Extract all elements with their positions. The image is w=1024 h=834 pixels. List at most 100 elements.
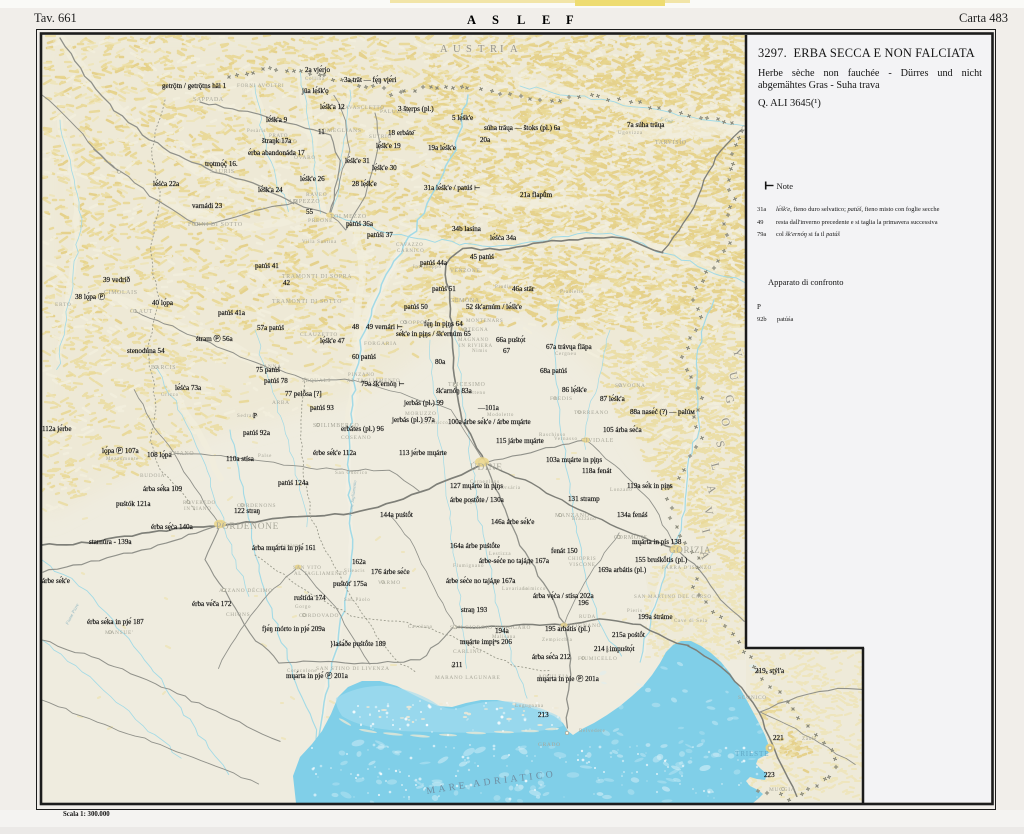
svg-text:19a lе́śk'e: 19a lе́śk'e bbox=[428, 144, 456, 152]
svg-text:SEQUALS: SEQUALS bbox=[302, 378, 331, 384]
svg-text:BARCIS: BARCIS bbox=[151, 365, 176, 371]
svg-text:CIMOLAIS: CIMOLAIS bbox=[104, 290, 138, 296]
svg-text:60 patúś: 60 patúś bbox=[352, 353, 376, 361]
svg-text:San Odorico: San Odorico bbox=[335, 471, 368, 476]
svg-text:Cavolano: Cavolano bbox=[408, 625, 433, 630]
svg-text:Collina: Collina bbox=[305, 77, 325, 82]
svg-text:PORDENONE: PORDENONE bbox=[216, 522, 279, 532]
svg-text:40 lǫ́pa: 40 lǫ́pa bbox=[152, 299, 174, 307]
svg-text:lе́śċa 34a: lе́śċa 34a bbox=[490, 234, 517, 242]
svg-text:FORNI AVOLTRI: FORNI AVOLTRI bbox=[237, 83, 284, 89]
svg-text:érba vе́ča 172: érba vе́ča 172 bbox=[192, 600, 232, 608]
svg-text:92b: 92b bbox=[757, 316, 767, 323]
svg-text:TRAMONTI DI SOPRA: TRAMONTI DI SOPRA bbox=[282, 274, 352, 280]
svg-text:lе́śk'a 12: lе́śk'a 12 bbox=[320, 103, 345, 111]
svg-text:lǫ́pa Ⓟ 107a: lǫ́pa Ⓟ 107a bbox=[102, 447, 139, 455]
svg-text:221: 221 bbox=[773, 734, 784, 742]
svg-text:Mezzomonte: Mezzomonte bbox=[106, 457, 139, 462]
svg-text:CORDOVADO: CORDOVADO bbox=[299, 613, 339, 619]
svg-text:AVIANO: AVIANO bbox=[168, 451, 194, 457]
svg-text:195 arbátis (pl.): 195 arbátis (pl.) bbox=[545, 625, 591, 633]
svg-text:Apparato di confronto: Apparato di confronto bbox=[768, 277, 844, 287]
svg-text:lẹ́śk'e 19: lẹ́śk'e 19 bbox=[376, 142, 401, 150]
svg-text:starnúra - 139a: starnúra - 139a bbox=[89, 538, 132, 546]
svg-text:Orsária: Orsária bbox=[501, 486, 521, 491]
svg-text:Brazzano: Brazzano bbox=[572, 517, 596, 522]
svg-text:jerbás (pl.) 97a: jerbás (pl.) 97a bbox=[391, 416, 436, 424]
svg-text:érba sę́ċa 140a: érba sę́ċa 140a bbox=[151, 523, 194, 531]
svg-text:Palse: Palse bbox=[258, 454, 272, 459]
svg-text:patúś 93: patúś 93 bbox=[310, 404, 334, 412]
svg-text:MAGNANO: MAGNANO bbox=[458, 338, 489, 343]
svg-text:38 lǫ́pa Ⓟ: 38 lǫ́pa Ⓟ bbox=[75, 293, 105, 301]
svg-text:3 štẹrps (pl.): 3 štẹrps (pl.) bbox=[398, 105, 434, 113]
svg-text:TRAMONTI DI SOTTO: TRAMONTI DI SOTTO bbox=[272, 299, 342, 305]
svg-text:ERTO: ERTO bbox=[55, 302, 71, 308]
svg-text:CLAUT: CLAUT bbox=[130, 309, 153, 315]
svg-text:49: 49 bbox=[757, 219, 763, 226]
svg-text:patúś 41a: patúś 41a bbox=[218, 309, 246, 317]
svg-text:CIVIDALE: CIVIDALE bbox=[581, 438, 614, 444]
svg-text:MARANO LAGUNARE: MARANO LAGUNARE bbox=[435, 675, 500, 681]
svg-text:}laśа́ðе puśtṓtе 189: }laśа́ðе puśtṓtе 189 bbox=[330, 640, 386, 648]
svg-text:77 pelṓsa [?]: 77 pelṓsa [?] bbox=[285, 390, 322, 398]
svg-text:PINZANO: PINZANO bbox=[348, 373, 375, 378]
svg-text:súha trāųa — štoks (pl.) 6a: súha trāųa — štoks (pl.) 6a bbox=[484, 124, 561, 132]
svg-text:131 stramp: 131 stramp bbox=[568, 495, 600, 503]
svg-text:Cave di Sela: Cave di Sela bbox=[674, 619, 708, 624]
svg-text:lе́śk'a 9: lе́śk'a 9 bbox=[266, 116, 288, 124]
svg-text:árba vę́ċa / stísa 202a: árba vę́ċa / stísa 202a bbox=[533, 592, 595, 600]
svg-text:134a fenáś: 134a fenáś bbox=[617, 511, 648, 519]
svg-text:resta dall'inverno precedente: resta dall'inverno precedente e si tagli… bbox=[776, 219, 938, 226]
svg-text:CARLINO: CARLINO bbox=[453, 649, 482, 655]
svg-text:31a lе́śk'e / patúś ⊢: 31a lе́śk'e / patúś ⊢ bbox=[424, 184, 480, 192]
svg-text:VISCONE: VISCONE bbox=[569, 563, 596, 568]
svg-text:45 patúś: 45 patúś bbox=[470, 253, 494, 261]
svg-text:67: 67 bbox=[503, 347, 511, 355]
svg-text:7a súha trāųa: 7a súha trāųa bbox=[627, 121, 665, 129]
svg-text:lе́śk'e 31: lе́śk'e 31 bbox=[345, 157, 370, 165]
svg-text:SAPPADA: SAPPADA bbox=[193, 97, 224, 103]
svg-text:52 śk'arnúm / lе́śk'e: 52 śk'arnúm / lе́śk'e bbox=[466, 303, 522, 311]
svg-text:215a pośtṓt: 215a pośtṓt bbox=[612, 631, 645, 639]
svg-text:SAN GIORGIO DI NOGARO: SAN GIORGIO DI NOGARO bbox=[450, 625, 531, 631]
svg-text:lẹ́śk'e 30: lẹ́śk'e 30 bbox=[372, 164, 397, 172]
svg-text:COSEANO: COSEANO bbox=[341, 435, 371, 441]
svg-text:Pradis: Pradis bbox=[495, 285, 512, 290]
svg-text:RUDA: RUDA bbox=[579, 615, 596, 620]
svg-text:34b lasína: 34b lasína bbox=[452, 225, 482, 233]
svg-text:199a śtráme: 199a śtráme bbox=[638, 613, 672, 621]
svg-text:—101a: —101a bbox=[477, 404, 500, 412]
svg-text:puśtók 121a: puśtók 121a bbox=[116, 500, 151, 508]
svg-text:87 lе́śk'a: 87 lе́śk'a bbox=[600, 395, 626, 403]
svg-text:fenát 150: fenát 150 bbox=[551, 547, 578, 555]
svg-text:162a: 162a bbox=[352, 558, 367, 566]
svg-text:Vernasso: Vernasso bbox=[554, 437, 578, 442]
svg-text:66a puśtọ́t: 66a puśtọ́t bbox=[496, 336, 525, 344]
svg-text:patúś 36a: patúś 36a bbox=[346, 220, 374, 228]
svg-text:169a arbátis (pl.): 169a arbátis (pl.) bbox=[598, 566, 647, 574]
svg-text:CAVAZZO: CAVAZZO bbox=[396, 243, 424, 248]
svg-text:FAEDIS: FAEDIS bbox=[550, 396, 573, 402]
svg-text:RAVEO: RAVEO bbox=[306, 192, 327, 198]
svg-text:L: L bbox=[517, 13, 525, 27]
svg-text:127 mųárte in pįŋs: 127 mųárte in pįŋs bbox=[450, 482, 503, 490]
svg-text:árba mųárta in pjе́ 161: árba mųárta in pjе́ 161 bbox=[252, 544, 316, 552]
svg-text:ruśtída 174: ruśtída 174 bbox=[294, 594, 326, 602]
svg-text:Lugugnana: Lugugnana bbox=[515, 704, 544, 709]
svg-text:е́rba abandonáda 17: е́rba abandonáda 17 bbox=[248, 149, 305, 157]
svg-text:49 vernári ⊢: 49 vernári ⊢ bbox=[366, 323, 403, 331]
svg-text:100a árbe sе́k'e / árbe m: 100a árbe sе́k'e / árbe mųárte bbox=[448, 418, 531, 426]
svg-text:getrǭtn / getrǭtns hāi 1: getrǭtn / getrǭtns hāi 1 bbox=[162, 82, 227, 90]
svg-text:érba sе́ka in pjе́ 187: érba sе́ka in pjе́ 187 bbox=[87, 618, 144, 626]
svg-text:VARMO: VARMO bbox=[378, 580, 401, 586]
svg-text:TARVISIO: TARVISIO bbox=[655, 140, 687, 146]
svg-text:A: A bbox=[440, 44, 448, 55]
svg-text:196: 196 bbox=[578, 599, 589, 607]
svg-text:jūa lẹ́śk'ǫ: jūa lẹ́śk'ǫ bbox=[301, 87, 329, 95]
svg-text:122 straŋ: 122 straŋ bbox=[234, 507, 260, 515]
svg-text:MONTENARS: MONTENARS bbox=[466, 319, 503, 324]
svg-text:55: 55 bbox=[306, 208, 314, 216]
svg-text:18 erbátе̄: 18 erbátе̄ bbox=[388, 129, 416, 137]
svg-text:SGONICO: SGONICO bbox=[738, 695, 767, 701]
